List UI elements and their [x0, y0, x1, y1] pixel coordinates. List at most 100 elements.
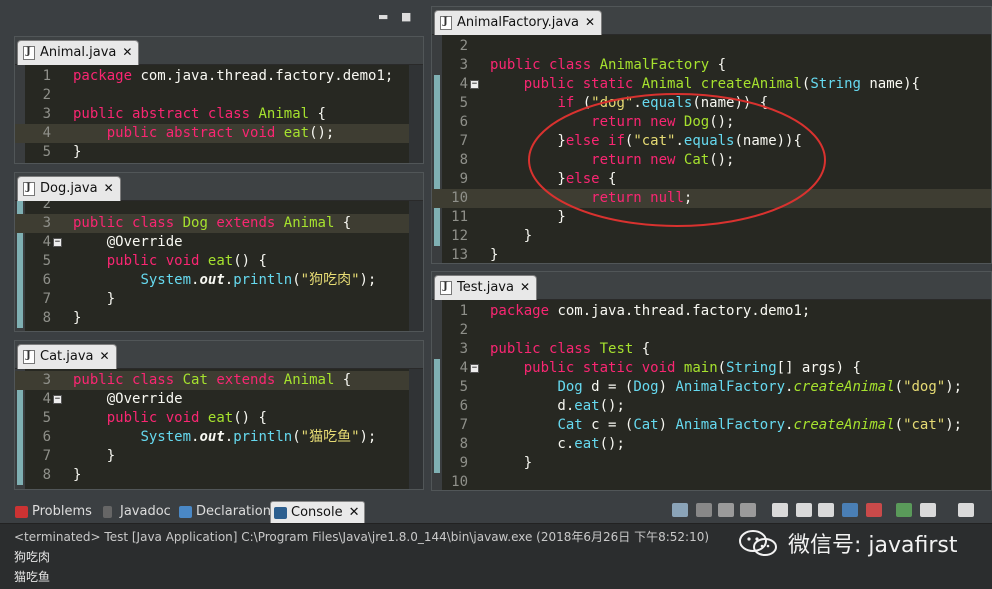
code-line[interactable]: 3 public class Test {: [432, 340, 991, 359]
code-line[interactable]: 6 System.out.println("猫吃鱼");: [15, 428, 423, 447]
code-text: d.eat();: [490, 397, 624, 416]
code-text: public void eat() {: [73, 252, 267, 271]
maximize-icon[interactable]: ■: [401, 10, 411, 23]
code-token: .: [224, 429, 234, 445]
code-line[interactable]: 1 package com.java.thread.factory.demo1;: [15, 67, 423, 86]
tab-console[interactable]: Console ✕: [270, 501, 365, 523]
code-line[interactable]: 3 public abstract class Animal {: [15, 105, 423, 124]
terminate-relaunch-icon[interactable]: [672, 503, 688, 517]
show-stdout-icon[interactable]: [842, 503, 858, 517]
code-line[interactable]: 7 }: [15, 290, 423, 309]
tab-test-java[interactable]: Test.java ✕: [434, 275, 538, 300]
code-line[interactable]: 6 return new Dog();: [432, 113, 991, 132]
word-wrap-icon[interactable]: [818, 503, 834, 517]
dog-code-editor[interactable]: 2 3 public class Dog extends Animal {4− @O…: [15, 201, 423, 331]
close-icon[interactable]: ✕: [100, 349, 110, 363]
vertical-scrollbar[interactable]: [409, 369, 423, 489]
code-line[interactable]: 6 d.eat();: [432, 397, 991, 416]
code-token: Animal: [641, 76, 693, 92]
code-token: "狗吃肉": [300, 272, 360, 288]
code-line[interactable]: 5}: [15, 143, 423, 162]
code-line[interactable]: 4− @Override: [15, 233, 423, 252]
java-file-icon: [23, 350, 35, 364]
cat-code-editor[interactable]: 3 public class Cat extends Animal {4− @Ov…: [15, 369, 423, 489]
show-stderr-icon[interactable]: [866, 503, 882, 517]
code-token: if: [557, 95, 575, 111]
fold-toggle-icon[interactable]: −: [470, 364, 479, 373]
fold-toggle-icon[interactable]: −: [53, 395, 62, 404]
tab-animalfactory-java[interactable]: AnimalFactory.java ✕: [434, 10, 603, 35]
close-icon[interactable]: ✕: [349, 505, 360, 520]
code-line[interactable]: 1 package com.java.thread.factory.demo1;: [432, 302, 991, 321]
code-line[interactable]: 7 }: [15, 447, 423, 466]
close-icon[interactable]: ✕: [585, 15, 595, 29]
code-line[interactable]: 4− @Override: [15, 390, 423, 409]
tab-declaration[interactable]: Declaration: [176, 501, 275, 523]
code-line[interactable]: 10 return null;: [432, 189, 991, 208]
code-line[interactable]: 7 }else if("cat".equals(name)){: [432, 132, 991, 151]
code-line[interactable]: 5 public void eat() {: [15, 252, 423, 271]
stop-icon[interactable]: [696, 503, 712, 517]
fold-toggle-icon[interactable]: −: [53, 238, 62, 247]
code-line[interactable]: 3 public class Cat extends Animal {: [15, 371, 423, 390]
code-line[interactable]: 8 return new Cat();: [432, 151, 991, 170]
remove-all-icon[interactable]: [740, 503, 756, 517]
code-line[interactable]: 11 }: [432, 208, 991, 227]
fold-toggle-icon[interactable]: −: [470, 80, 479, 89]
test-code-editor[interactable]: 1 package com.java.thread.factory.demo1; 2…: [432, 300, 991, 490]
scroll-lock-icon[interactable]: [796, 503, 812, 517]
code-line[interactable]: 6 System.out.println("狗吃肉");: [15, 271, 423, 290]
code-line[interactable]: 7 Cat c = (Cat) AnimalFactory.createAnim…: [432, 416, 991, 435]
code-line[interactable]: 9 }: [432, 454, 991, 473]
code-line[interactable]: 12 }: [432, 227, 991, 246]
animalfactory-code-editor[interactable]: 2 3 public class AnimalFactory {4− public …: [432, 35, 991, 263]
tab-dog-java[interactable]: Dog.java ✕: [17, 176, 121, 201]
code-token: @Override: [73, 391, 183, 407]
code-line[interactable]: 4− public static Animal createAnimal(Str…: [432, 75, 991, 94]
code-line[interactable]: 10: [432, 473, 991, 490]
clear-console-icon[interactable]: [772, 503, 788, 517]
code-line[interactable]: 2: [432, 321, 991, 340]
code-text: public class Dog extends Animal {: [73, 214, 351, 233]
code-token: null: [650, 190, 684, 206]
code-line[interactable]: 3 public class AnimalFactory {: [432, 56, 991, 75]
code-line[interactable]: 4 public abstract void eat();: [15, 124, 423, 143]
code-line[interactable]: 5 if ("dog".equals(name)) {: [432, 94, 991, 113]
minimize-icon[interactable]: ▬: [378, 10, 388, 23]
code-text: }: [73, 466, 81, 485]
code-line[interactable]: 8}: [15, 466, 423, 485]
code-line[interactable]: 9 }else {: [432, 170, 991, 189]
tab-animal-java[interactable]: Animal.java ✕: [17, 40, 140, 65]
tab-problems[interactable]: Problems: [12, 501, 96, 523]
display-console-icon[interactable]: [920, 503, 936, 517]
close-icon[interactable]: ✕: [520, 280, 530, 294]
code-line[interactable]: 3 public class Dog extends Animal {: [15, 214, 423, 233]
tab-cat-java[interactable]: Cat.java ✕: [17, 344, 117, 369]
code-line[interactable]: 8 c.eat();: [432, 435, 991, 454]
code-line[interactable]: 5 Dog d = (Dog) AnimalFactory.createAnim…: [432, 378, 991, 397]
tab-javadoc[interactable]: Javadoc: [100, 501, 175, 523]
animal-code-editor[interactable]: 1 package com.java.thread.factory.demo1; 2…: [15, 65, 423, 163]
code-line[interactable]: 2: [15, 86, 423, 105]
code-line[interactable]: 2: [432, 37, 991, 56]
tab-label: Javadoc: [120, 504, 171, 519]
remove-launch-icon[interactable]: [718, 503, 734, 517]
code-token: ): [658, 379, 676, 395]
code-line[interactable]: 5 public void eat() {: [15, 409, 423, 428]
pin-console-icon[interactable]: [896, 503, 912, 517]
close-icon[interactable]: ✕: [122, 45, 132, 59]
code-line[interactable]: 2: [15, 201, 423, 214]
code-token: System: [140, 272, 192, 288]
code-line[interactable]: 8}: [15, 309, 423, 328]
open-console-icon[interactable]: [958, 503, 974, 517]
code-token: "dog": [903, 379, 946, 395]
close-icon[interactable]: ✕: [104, 181, 114, 195]
code-line[interactable]: 13}: [432, 246, 991, 263]
vertical-scrollbar[interactable]: [409, 201, 423, 331]
vertical-scrollbar[interactable]: [409, 65, 423, 163]
code-line[interactable]: 4− public static void main(String[] args…: [432, 359, 991, 378]
